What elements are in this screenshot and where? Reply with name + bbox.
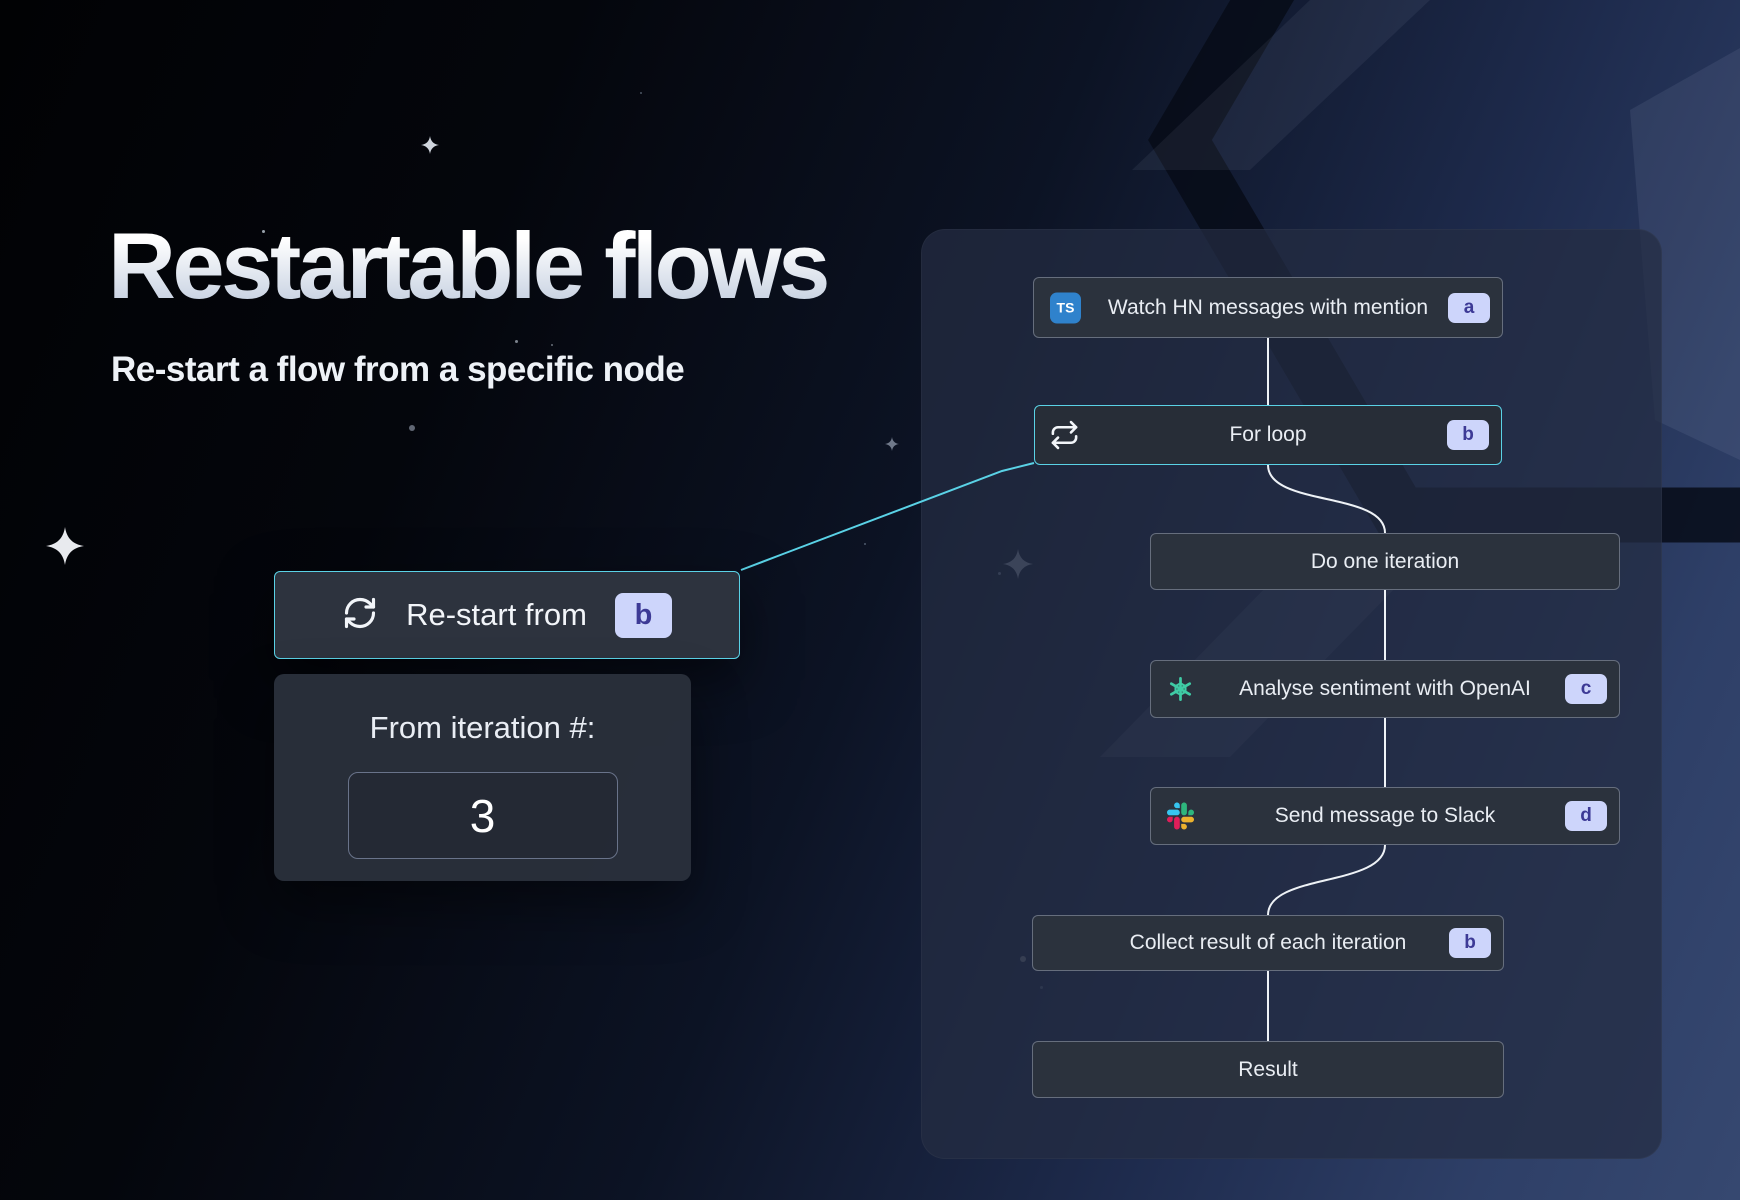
flow-node-for-loop[interactable]: For loop b [1034, 405, 1502, 465]
node-badge: b [1449, 928, 1491, 958]
star-dot [864, 543, 866, 545]
node-label: Collect result of each iteration [1033, 931, 1503, 955]
iteration-number-input[interactable] [348, 772, 618, 859]
from-iteration-panel: From iteration #: [274, 674, 691, 881]
node-label: Do one iteration [1151, 550, 1619, 574]
node-label: Analyse sentiment with OpenAI [1151, 677, 1619, 701]
node-badge: d [1565, 801, 1607, 831]
sparkle-icon [421, 136, 439, 154]
hero-canvas: Restartable flows Re-start a flow from a… [0, 0, 1740, 1200]
node-badge: b [1447, 420, 1489, 450]
flow-node-do-one-iteration[interactable]: Do one iteration [1150, 533, 1620, 590]
sparkle-icon [885, 437, 899, 451]
refresh-icon [342, 595, 378, 636]
page-title: Restartable flows [108, 212, 827, 320]
node-label: Result [1033, 1058, 1503, 1082]
flow-node-collect-result[interactable]: Collect result of each iteration b [1032, 915, 1504, 971]
restart-node-badge: b [615, 593, 672, 638]
node-label: Watch HN messages with mention [1034, 296, 1502, 320]
node-label: For loop [1035, 423, 1501, 447]
node-label: Send message to Slack [1151, 804, 1619, 828]
star-dot [640, 92, 642, 94]
flow-node-result[interactable]: Result [1032, 1041, 1504, 1098]
flow-node-analyse-sentiment[interactable]: Analyse sentiment with OpenAI c [1150, 660, 1620, 718]
from-iteration-label: From iteration #: [274, 710, 691, 746]
star-dot [551, 344, 553, 346]
restart-from-node[interactable]: Re-start from b [274, 571, 740, 659]
flow-node-watch-hn[interactable]: TS Watch HN messages with mention a [1033, 277, 1503, 338]
flow-node-send-slack[interactable]: Send message to Slack d [1150, 787, 1620, 845]
page-subtitle: Re-start a flow from a specific node [111, 350, 684, 390]
restart-from-label: Re-start from [406, 597, 587, 633]
star-dot [515, 340, 518, 343]
node-badge: c [1565, 674, 1607, 704]
star-dot [409, 425, 415, 431]
sparkle-icon [46, 527, 84, 565]
node-badge: a [1448, 293, 1490, 323]
